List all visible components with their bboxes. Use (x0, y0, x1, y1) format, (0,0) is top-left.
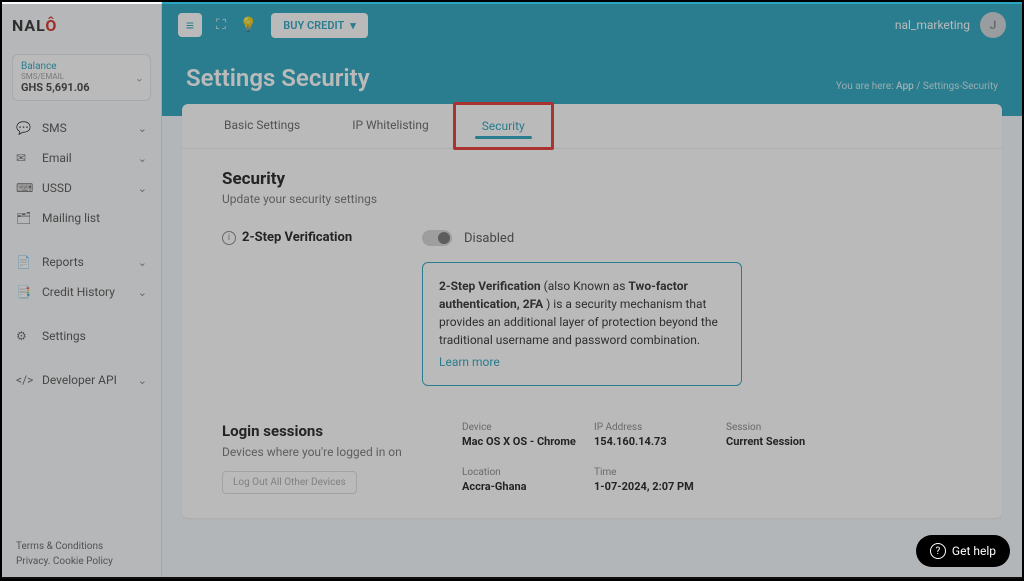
privacy-link[interactable]: Privacy. Cookie Policy (16, 554, 147, 569)
logo: NALÔ (2, 2, 161, 48)
security-title: Security (222, 169, 962, 189)
list-icon: 🗂 (16, 211, 34, 225)
chevron-down-icon: ⌄ (138, 122, 147, 135)
tabs: Basic Settings IP Whitelisting Security (182, 104, 1002, 149)
security-subtitle: Update your security settings (222, 192, 962, 206)
ip-value: 154.160.14.73 (594, 435, 714, 448)
sidebar-item-label: USSD (42, 181, 72, 195)
twofa-toggle[interactable] (422, 230, 452, 246)
balance-card[interactable]: Balance SMS/EMAIL GHS 5,691.06 ⌄ (12, 54, 151, 101)
location-label: Location (462, 467, 582, 478)
learn-more-link[interactable]: Learn more (439, 353, 500, 371)
sidebar-item-label: Reports (42, 255, 84, 269)
breadcrumb-current: Settings-Security (923, 81, 998, 92)
code-icon: </> (16, 373, 34, 387)
gear-icon: ⚙ (16, 329, 34, 343)
sidebar-item-email[interactable]: ✉ Email ⌄ (2, 143, 161, 173)
chevron-down-icon: ⌄ (138, 286, 147, 299)
lightbulb-icon[interactable]: 💡 (240, 17, 257, 33)
topbar: ≡ ⛶ 💡 BUY CREDIT ▾ nal_marketing J (162, 2, 1022, 48)
get-help-button[interactable]: ? Get help (916, 535, 1010, 567)
session-label: Session (726, 422, 856, 433)
settings-card: Basic Settings IP Whitelisting Security … (182, 104, 1002, 518)
caret-down-icon: ▾ (350, 19, 356, 32)
tab-security[interactable]: Security (453, 102, 554, 150)
time-value: 1-07-2024, 2:07 PM (594, 480, 714, 493)
history-icon: 📑 (16, 285, 34, 299)
sidebar: NALÔ Balance SMS/EMAIL GHS 5,691.06 ⌄ 💬… (2, 2, 162, 577)
chevron-down-icon: ⌄ (138, 182, 147, 195)
security-panel: Security Update your security settings i… (182, 149, 1002, 518)
sessions-title: Login sessions (222, 422, 422, 440)
question-icon: ? (930, 543, 946, 559)
main: ≡ ⛶ 💡 BUY CREDIT ▾ nal_marketing J Setti… (162, 2, 1022, 577)
tab-basic-settings[interactable]: Basic Settings (198, 104, 326, 148)
sidebar-nav: 💬 SMS ⌄ ✉ Email ⌄ ⌨ USSD ⌄ 🗂 Mailing list 📄 Repo… (2, 107, 161, 531)
balance-label: Balance (21, 61, 142, 72)
sidebar-item-developer-api[interactable]: </> Developer API ⌄ (2, 365, 161, 395)
terms-link[interactable]: Terms & Conditions (16, 539, 147, 554)
keypad-icon: ⌨ (16, 181, 34, 195)
twofa-info-box: 2-Step Verification (also Known as Two-f… (422, 262, 742, 386)
tab-ip-whitelisting[interactable]: IP Whitelisting (326, 104, 455, 148)
session-value: Current Session (726, 435, 856, 448)
sidebar-collapse-button[interactable]: ≡ (178, 13, 202, 37)
chat-icon: 💬 (16, 121, 34, 135)
sidebar-item-settings[interactable]: ⚙ Settings (2, 321, 161, 351)
footer-links: Terms & Conditions Privacy. Cookie Polic… (2, 531, 161, 577)
buy-credit-button[interactable]: BUY CREDIT ▾ (271, 13, 368, 38)
chevron-down-icon: ⌄ (138, 374, 147, 387)
session-details: Device Mac OS X OS - Chrome IP Address 154… (462, 422, 856, 494)
sidebar-item-label: Developer API (42, 373, 117, 387)
breadcrumb-app[interactable]: App (896, 81, 914, 92)
get-help-label: Get help (952, 544, 996, 558)
location-value: Accra-Ghana (462, 480, 582, 493)
avatar[interactable]: J (980, 12, 1006, 38)
sidebar-item-label: Settings (42, 329, 86, 343)
device-label: Device (462, 422, 582, 433)
twofa-status: Disabled (464, 231, 514, 246)
buy-credit-label: BUY CREDIT (283, 19, 344, 32)
chevron-down-icon: ⌄ (138, 152, 147, 165)
device-value: Mac OS X OS - Chrome (462, 435, 582, 448)
sidebar-item-mailing-list[interactable]: 🗂 Mailing list (2, 203, 161, 233)
report-icon: 📄 (16, 255, 34, 269)
chevron-down-icon: ⌄ (135, 71, 144, 84)
sidebar-item-ussd[interactable]: ⌨ USSD ⌄ (2, 173, 161, 203)
fullscreen-icon[interactable]: ⛶ (216, 17, 226, 33)
balance-sub: SMS/EMAIL (21, 72, 142, 81)
balance-amount: GHS 5,691.06 (21, 81, 142, 94)
sidebar-item-label: Email (42, 151, 72, 165)
breadcrumb: You are here: App / Settings-Security (836, 81, 998, 92)
time-label: Time (594, 467, 714, 478)
sidebar-item-credit-history[interactable]: 📑 Credit History ⌄ (2, 277, 161, 307)
twofa-label: i 2-Step Verification (222, 230, 422, 245)
sessions-subtitle: Devices where you're logged in on (222, 443, 422, 461)
username[interactable]: nal_marketing (895, 18, 970, 32)
sidebar-item-label: Credit History (42, 285, 115, 299)
page-title: Settings Security (186, 64, 370, 92)
sidebar-item-sms[interactable]: 💬 SMS ⌄ (2, 113, 161, 143)
ip-label: IP Address (594, 422, 714, 433)
sidebar-item-label: Mailing list (42, 211, 100, 225)
chevron-down-icon: ⌄ (138, 256, 147, 269)
logout-all-button[interactable]: Log Out All Other Devices (222, 471, 357, 494)
sidebar-item-label: SMS (42, 121, 67, 135)
mail-icon: ✉ (16, 151, 34, 165)
info-icon: i (222, 231, 236, 245)
sidebar-item-reports[interactable]: 📄 Reports ⌄ (2, 247, 161, 277)
